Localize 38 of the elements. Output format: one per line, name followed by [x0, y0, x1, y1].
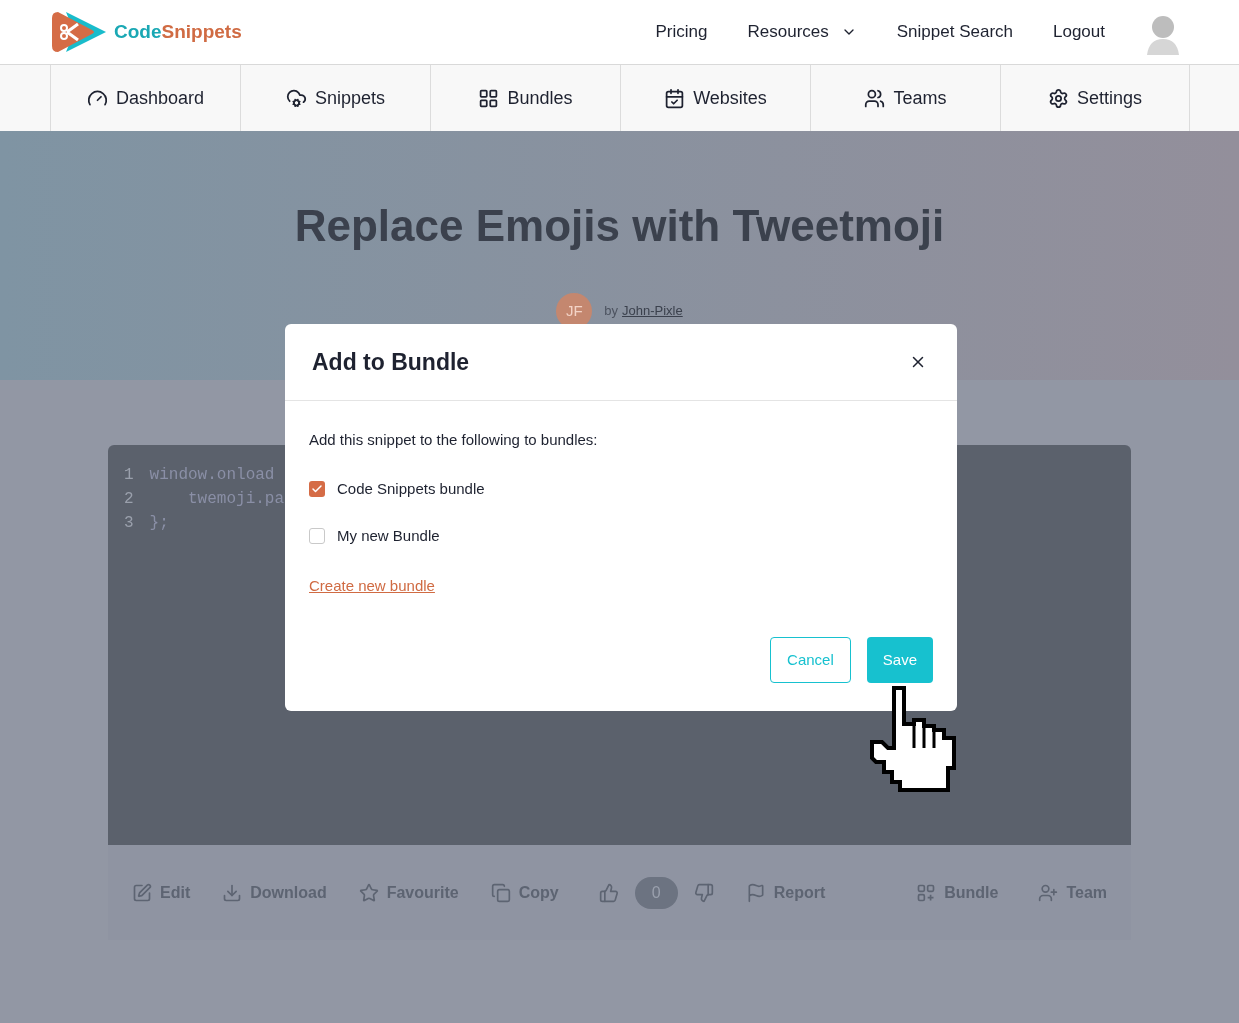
checkbox-label: My new Bundle — [337, 526, 440, 546]
grid-plus-icon — [916, 882, 937, 903]
settings-icon — [1047, 87, 1069, 109]
line-number: 2 — [124, 489, 134, 510]
code-line: window.onload — [149, 465, 275, 486]
user-plus-icon — [1038, 882, 1059, 903]
dropdown-link[interactable]: Resources — [747, 19, 857, 45]
code-line: }; — [149, 513, 169, 534]
logo-icon — [52, 10, 106, 54]
cloud-icon — [285, 87, 307, 109]
thumbs-down-icon[interactable] — [693, 882, 714, 903]
checkbox[interactable] — [309, 528, 325, 545]
edit-icon — [132, 882, 152, 903]
logo-text[interactable]: CodeSnippets — [114, 17, 242, 47]
save-button[interactable]: Save — [866, 637, 933, 683]
star-icon — [358, 882, 379, 903]
modal-title: Add to Bundle — [312, 347, 470, 377]
modal-prompt: Add this snippet to the following to bundles: — [309, 430, 599, 450]
check-icon — [311, 482, 323, 495]
nav-link[interactable]: Snippet Search — [896, 19, 1013, 45]
line-number: 3 — [124, 513, 134, 534]
nav-link[interactable]: Logout — [1053, 19, 1105, 45]
grid-icon — [478, 87, 500, 109]
nav-link[interactable]: Pricing — [655, 19, 708, 45]
users-icon — [864, 87, 886, 109]
download-icon — [222, 882, 243, 903]
snippet-title: Replace Emojis with Tweetmoji — [294, 200, 945, 252]
code-line: twemoji.pa — [187, 489, 285, 510]
author-prefix: by — [604, 302, 618, 321]
thumbs-up-icon[interactable] — [598, 882, 619, 903]
author-link[interactable]: John-Pixle — [622, 301, 683, 321]
create-bundle-link[interactable]: Create new bundle — [309, 574, 435, 597]
calendar-icon — [664, 87, 686, 109]
checkbox-label: Code Snippets bundle — [337, 478, 485, 499]
cancel-button[interactable]: Cancel — [770, 637, 851, 683]
line-number: 1 — [124, 465, 134, 486]
copy-icon — [490, 882, 511, 903]
checkbox[interactable] — [309, 480, 325, 497]
